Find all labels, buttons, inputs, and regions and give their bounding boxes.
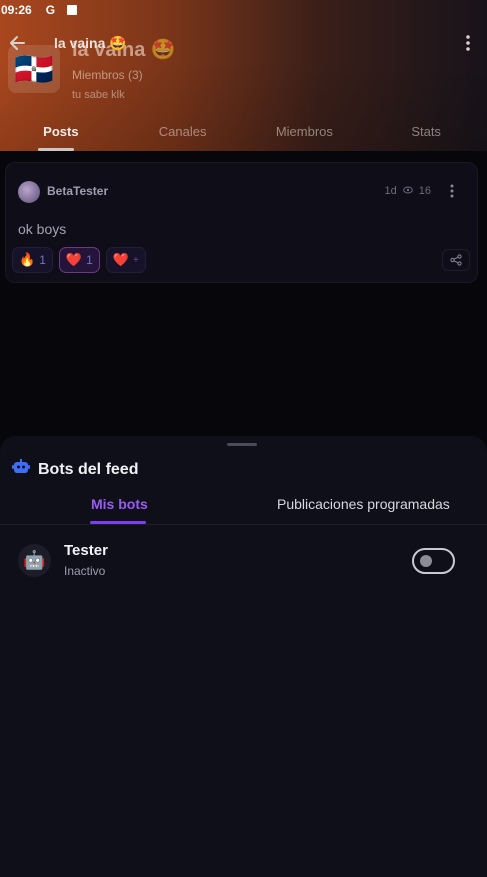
group-members: Miembros (3) [72, 68, 143, 82]
group-tabs: Posts Canales Miembros Stats [0, 120, 487, 151]
post-author[interactable]: BetaTester [47, 184, 108, 198]
sheet-tabs: Mis bots Publicaciones programadas [0, 494, 487, 525]
post-more-icon[interactable] [449, 184, 455, 198]
post-text: ok boys [18, 221, 67, 237]
notification-icon [67, 5, 78, 15]
post-views: 16 [418, 185, 431, 197]
add-reaction-button[interactable]: ❤️ + [105, 247, 146, 273]
app-bar-title: la vaina 🤩 [54, 35, 127, 51]
list-item[interactable]: 🤖 Tester Inactivo [0, 536, 487, 586]
tab-posts[interactable]: Posts [0, 120, 122, 151]
tab-mis-bots[interactable]: Mis bots [91, 496, 148, 512]
robot-icon: 🤖 [18, 544, 51, 577]
views-icon [402, 185, 413, 197]
bot-name: Tester [64, 542, 108, 559]
google-icon: G [45, 3, 56, 17]
toggle-knob [420, 555, 432, 567]
group-header: 🇩🇴 la vaina 🤩 Miembros (3) tu sabe klk l… [0, 0, 487, 151]
status-bar: 09:26 G [0, 0, 487, 20]
more-options-icon[interactable] [463, 34, 473, 52]
post-card[interactable]: BetaTester 1d 16 ok boys 🔥 1 ❤️ 1 ❤️ + [5, 162, 478, 283]
bots-bottom-sheet: Bots del feed Mis bots Publicaciones pro… [0, 436, 487, 877]
post-meta: 1d 16 [385, 185, 432, 197]
tab-stats[interactable]: Stats [365, 120, 487, 151]
post-age: 1d [384, 185, 397, 197]
group-description: tu sabe klk [72, 89, 125, 101]
share-button[interactable] [442, 249, 470, 271]
status-time: 09:26 [1, 3, 32, 17]
back-arrow-icon[interactable] [8, 33, 28, 53]
flag-icon: 🇩🇴 [14, 51, 54, 87]
share-icon [450, 254, 462, 266]
reactions-bar: 🔥 1 ❤️ 1 ❤️ + [12, 247, 146, 273]
tab-canales[interactable]: Canales [122, 120, 244, 151]
drag-handle[interactable] [227, 443, 257, 446]
fire-icon: 🔥 [19, 252, 36, 267]
add-reaction-plus: + [132, 254, 139, 266]
reaction-heart[interactable]: ❤️ 1 [58, 247, 100, 273]
tab-miembros[interactable]: Miembros [244, 120, 366, 151]
tab-indicator [90, 521, 146, 524]
reaction-fire[interactable]: 🔥 1 [12, 247, 53, 273]
sheet-header: Bots del feed [12, 459, 138, 480]
heart-icon: ❤️ [112, 252, 129, 267]
bot-enable-toggle[interactable] [412, 548, 455, 574]
robot-icon [12, 459, 30, 480]
sheet-title: Bots del feed [38, 460, 139, 478]
reaction-count: 1 [39, 253, 46, 267]
bot-status: Inactivo [64, 564, 106, 578]
reaction-count: 1 [86, 253, 93, 267]
avatar[interactable] [18, 181, 40, 203]
tab-publicaciones-programadas[interactable]: Publicaciones programadas [277, 496, 450, 512]
heart-icon: ❤️ [65, 252, 83, 267]
